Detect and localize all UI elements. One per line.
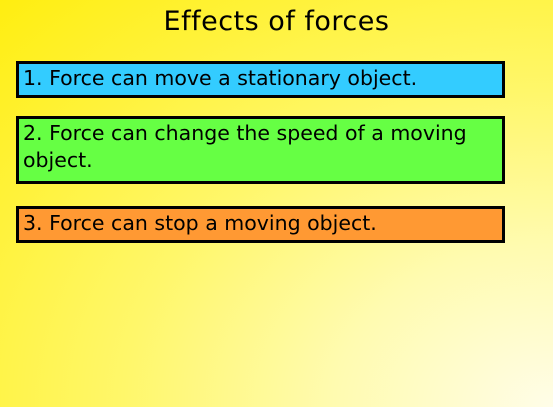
point-box-move-object: 1. Force can move a stationary object. [16, 61, 505, 98]
slide-title: Effects of forces [163, 6, 390, 37]
point-box-change-speed: 2. Force can change the speed of a movin… [16, 116, 505, 184]
point-box-stop-object: 3. Force can stop a moving object. [16, 206, 505, 243]
slide: { "slide": { "title": "Effects of forces… [0, 0, 553, 407]
